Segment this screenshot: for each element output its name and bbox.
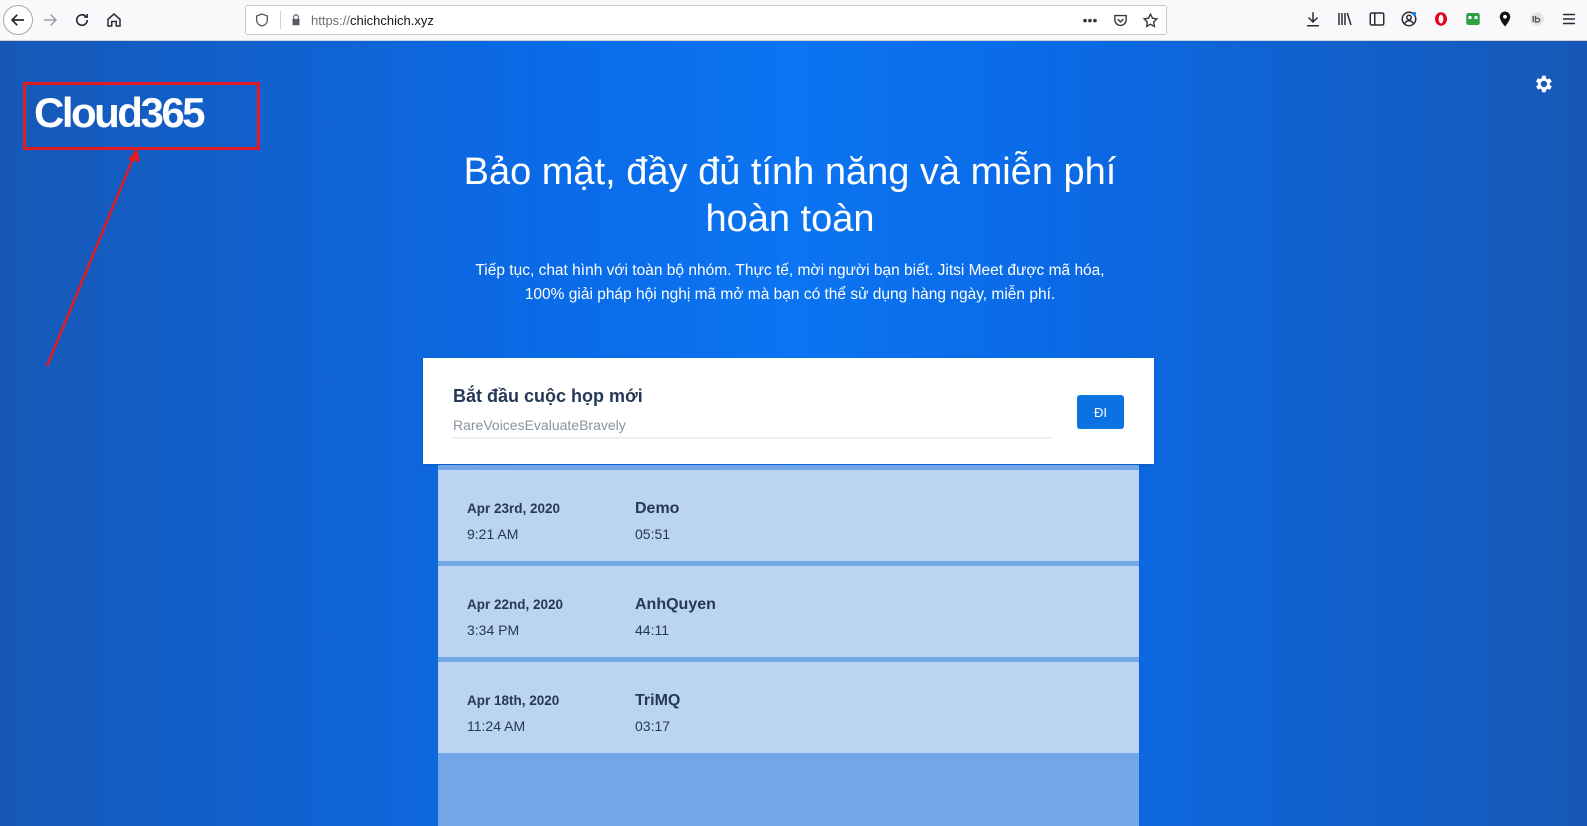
start-meeting-title: Bắt đầu cuộc họp mới [453, 386, 643, 406]
reload-icon [75, 13, 89, 27]
lock-icon[interactable] [289, 13, 303, 27]
account-icon[interactable] [1399, 8, 1419, 30]
url-host: chichchich.xyz [350, 12, 434, 28]
url-actions: ••• [1080, 10, 1160, 30]
recent-meeting-item[interactable]: Apr 23rd, 2020 9:21 AM Demo 05:51 [438, 470, 1139, 561]
page-description: Tiếp tục, chat hình với toàn bộ nhóm. Th… [475, 262, 1105, 303]
page-headline: Bảo mật, đầy đủ tính năng và miễn phí ho… [463, 151, 1117, 240]
location-pin-icon[interactable] [1495, 8, 1515, 30]
download-icon[interactable] [1303, 8, 1323, 30]
home-icon [107, 13, 121, 27]
home-button[interactable] [99, 5, 129, 35]
green-extension-icon[interactable] [1463, 8, 1483, 30]
recent-meetings-list: Apr 23rd, 2020 9:21 AM Demo 05:51 Apr 22… [438, 465, 1139, 826]
opera-extension-icon[interactable] [1431, 8, 1451, 30]
ip-extension-icon[interactable] [1527, 8, 1547, 30]
page-actions-icon[interactable]: ••• [1080, 10, 1100, 30]
sidebar-icon[interactable] [1367, 8, 1387, 30]
meeting-room-name: TriMQ [635, 692, 681, 709]
logo[interactable]: Cloud365 [34, 89, 206, 137]
divider [280, 11, 281, 29]
meeting-duration: 03:17 [635, 718, 671, 734]
arrow-left-icon [10, 14, 24, 26]
meeting-date: Apr 18th, 2020 [467, 693, 560, 708]
recent-meeting-item[interactable]: Apr 18th, 2020 11:24 AM TriMQ 03:17 [438, 662, 1139, 753]
address-bar[interactable]: https://chichchich.xyz ••• [245, 5, 1167, 35]
shield-icon[interactable] [254, 12, 270, 28]
start-meeting-card: Bắt đầu cuộc họp mới ĐI [423, 358, 1154, 464]
settings-gear-icon[interactable] [1532, 73, 1554, 95]
forward-button[interactable] [35, 5, 65, 35]
annotation-arrow [45, 148, 140, 367]
back-button[interactable] [3, 5, 33, 35]
meeting-date: Apr 22nd, 2020 [467, 597, 564, 612]
menu-icon[interactable] [1559, 8, 1579, 30]
meeting-time: 11:24 AM [467, 718, 526, 734]
toolbar-extensions [1303, 8, 1579, 30]
recent-meeting-item[interactable]: Apr 22nd, 2020 3:34 PM AnhQuyen 44:11 [438, 566, 1139, 657]
reload-button[interactable] [67, 5, 97, 35]
library-icon[interactable] [1335, 8, 1355, 30]
meeting-room-name: Demo [635, 500, 680, 517]
url-scheme: https:// [311, 12, 351, 28]
url-text[interactable]: https://chichchich.xyz [311, 13, 434, 28]
arrow-right-icon [44, 14, 58, 26]
meeting-time: 3:34 PM [467, 622, 520, 638]
meeting-date: Apr 23rd, 2020 [467, 501, 561, 516]
room-name-input[interactable] [453, 413, 1053, 439]
meeting-time: 9:21 AM [467, 526, 519, 542]
pocket-icon[interactable] [1110, 10, 1130, 30]
meeting-duration: 05:51 [635, 526, 671, 542]
jitsi-welcome-page: Cloud365 Bảo mật, đầy đủ tính năng và mi… [0, 41, 1587, 826]
bookmark-star-icon[interactable] [1140, 10, 1160, 30]
browser-toolbar: https://chichchich.xyz ••• [0, 0, 1587, 41]
go-button[interactable]: ĐI [1077, 395, 1124, 429]
meeting-duration: 44:11 [635, 622, 669, 638]
meeting-room-name: AnhQuyen [635, 596, 716, 613]
